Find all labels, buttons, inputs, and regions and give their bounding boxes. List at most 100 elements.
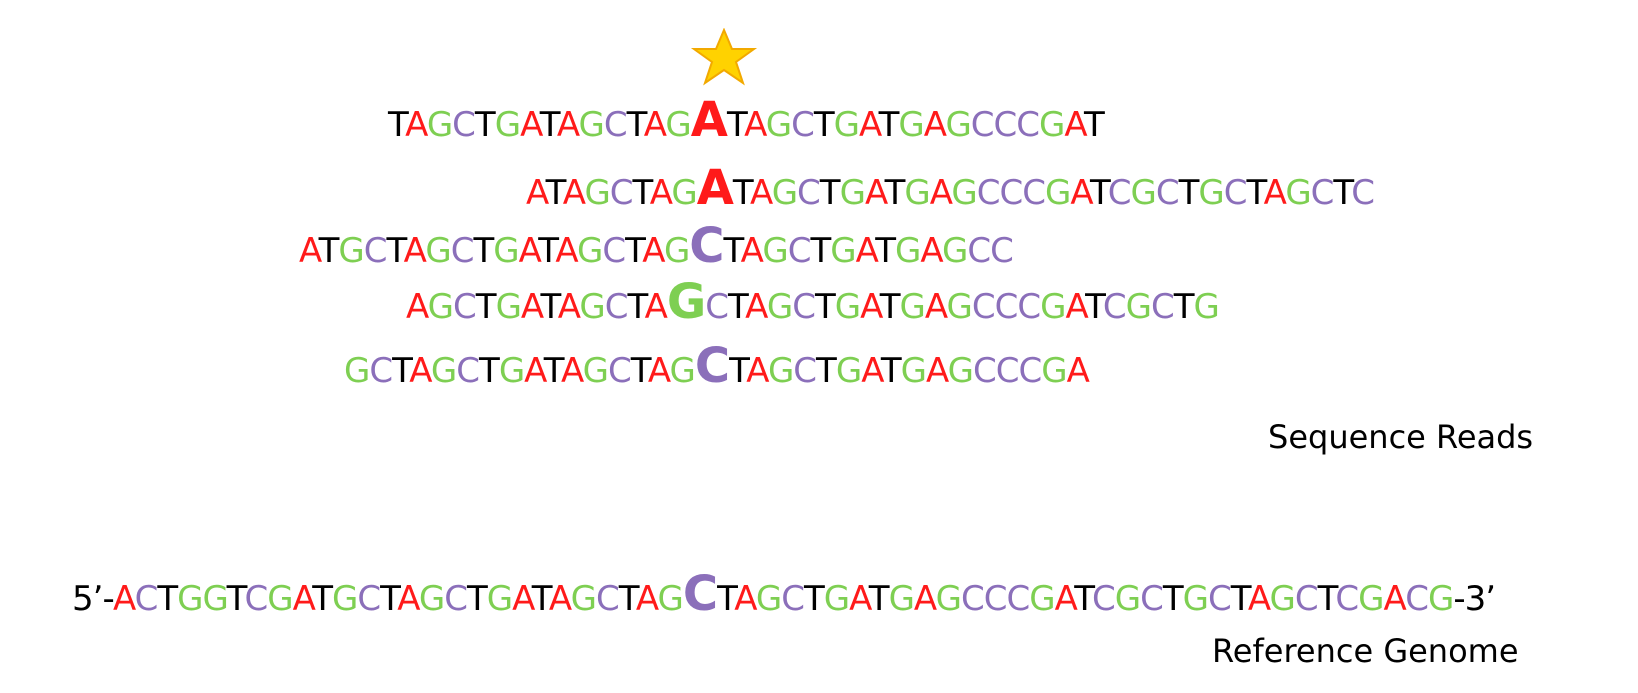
read-base: A [520,105,541,145]
reference-base: G [418,579,445,619]
read-base: C [607,351,632,391]
sequence-reads-label: Sequence Reads [1268,418,1534,456]
read-base: G [498,351,525,391]
reference-base: T [1074,579,1093,619]
read-base: T [810,231,831,271]
read-base: G [835,351,862,391]
read-base: A [406,287,429,327]
read-base: G [427,287,454,327]
read-base: T [1178,173,1200,213]
read-base: A [299,231,320,271]
read-base: A [1065,287,1087,327]
reference-base: G [1114,579,1141,619]
reference-base: G [755,579,782,619]
read-base: C [369,351,393,391]
read-base: A [925,351,949,391]
read-base: G [344,351,370,391]
five-prime-label: 5’- [72,579,114,619]
read-base: A [924,287,948,327]
reference-base: G [202,579,228,619]
reference-base: A [1054,579,1076,619]
read-base: T [1089,173,1109,213]
read-base: G [834,287,861,327]
reference-base: A [849,579,870,619]
reference-base: G [888,579,915,619]
read-base: A [750,173,773,213]
reference-base: C [781,579,805,619]
read-base: T [880,351,902,391]
read-base: G [895,231,921,271]
read-base: G [839,173,866,213]
read-base: G [946,287,973,327]
read-base: A [929,173,953,213]
read-base: C [976,173,1001,213]
read-base: A [746,351,769,391]
read-base: G [338,231,364,271]
read-base: G [1193,287,1220,327]
reference-base: C [357,579,381,619]
read-base: G [1198,173,1224,213]
reference-base: G [657,579,684,619]
read-base: G [899,287,926,327]
read-base: A [647,351,671,391]
read-base: A [864,173,886,213]
reference-base: C [1006,579,1030,619]
reference-base: A [913,579,937,619]
reference-base: A [548,579,572,619]
read-base: T [545,173,564,213]
read-base: C [1016,105,1040,145]
read-base: C [1151,287,1175,327]
read-base: A [643,105,667,145]
read-base: T [632,173,651,213]
read-base: G [1044,173,1071,213]
read-base: T [879,287,901,327]
reference-base: A [635,579,659,619]
read-base: G [1041,351,1067,391]
read-base: T [625,231,643,271]
read-base: T [538,231,556,271]
read-base: T [479,351,500,391]
read-base: A [744,105,767,145]
read-base: T [728,287,746,327]
read-base: G [767,351,794,391]
read-base: T [386,231,405,271]
read-base: C [602,231,626,271]
reference-base: T [157,579,178,619]
read-base: G [833,105,860,145]
read-base: C [1102,287,1127,327]
read-base: A [405,105,428,145]
sequence-read-5: GCTAGCTGATAGCTAGCTAGCTGATGAGCCCGA [344,342,1090,391]
read-base: T [1246,173,1265,213]
read-base: G [584,173,610,213]
read-base: G [663,231,690,271]
reference-base: A [734,579,757,619]
read-base: T [627,287,645,327]
read-base: C [1018,351,1042,391]
reference-base: G [177,579,203,619]
read-base: T [626,105,645,145]
read-base: T [1085,287,1104,327]
reference-base: G [1269,579,1296,619]
read-base: A [920,231,943,271]
read-base: T [540,287,559,327]
reference-variant-base: C [682,566,718,622]
read-base: C [990,231,1014,271]
reference-base: C [595,579,620,619]
sequence-read-3: ATGCTAGCTGATAGCTAGCTAGCTGATGAGCC [299,222,1014,271]
read-base: T [392,351,410,391]
read-base: G [898,105,924,145]
read-base: T [816,351,837,391]
read-base: C [452,105,476,145]
reference-base: T [531,579,550,619]
read-base: A [1070,173,1091,213]
read-base: C [456,351,480,391]
read-base: T [1173,287,1195,327]
read-variant-base: C [694,338,730,394]
reference-base: G [486,579,513,619]
read-base: G [1125,287,1152,327]
read-base: A [557,287,581,327]
reference-base: A [1383,579,1407,619]
reference-genome-label: Reference Genome [1212,632,1519,670]
read-base: T [1084,105,1105,145]
read-base: A [1066,351,1090,391]
